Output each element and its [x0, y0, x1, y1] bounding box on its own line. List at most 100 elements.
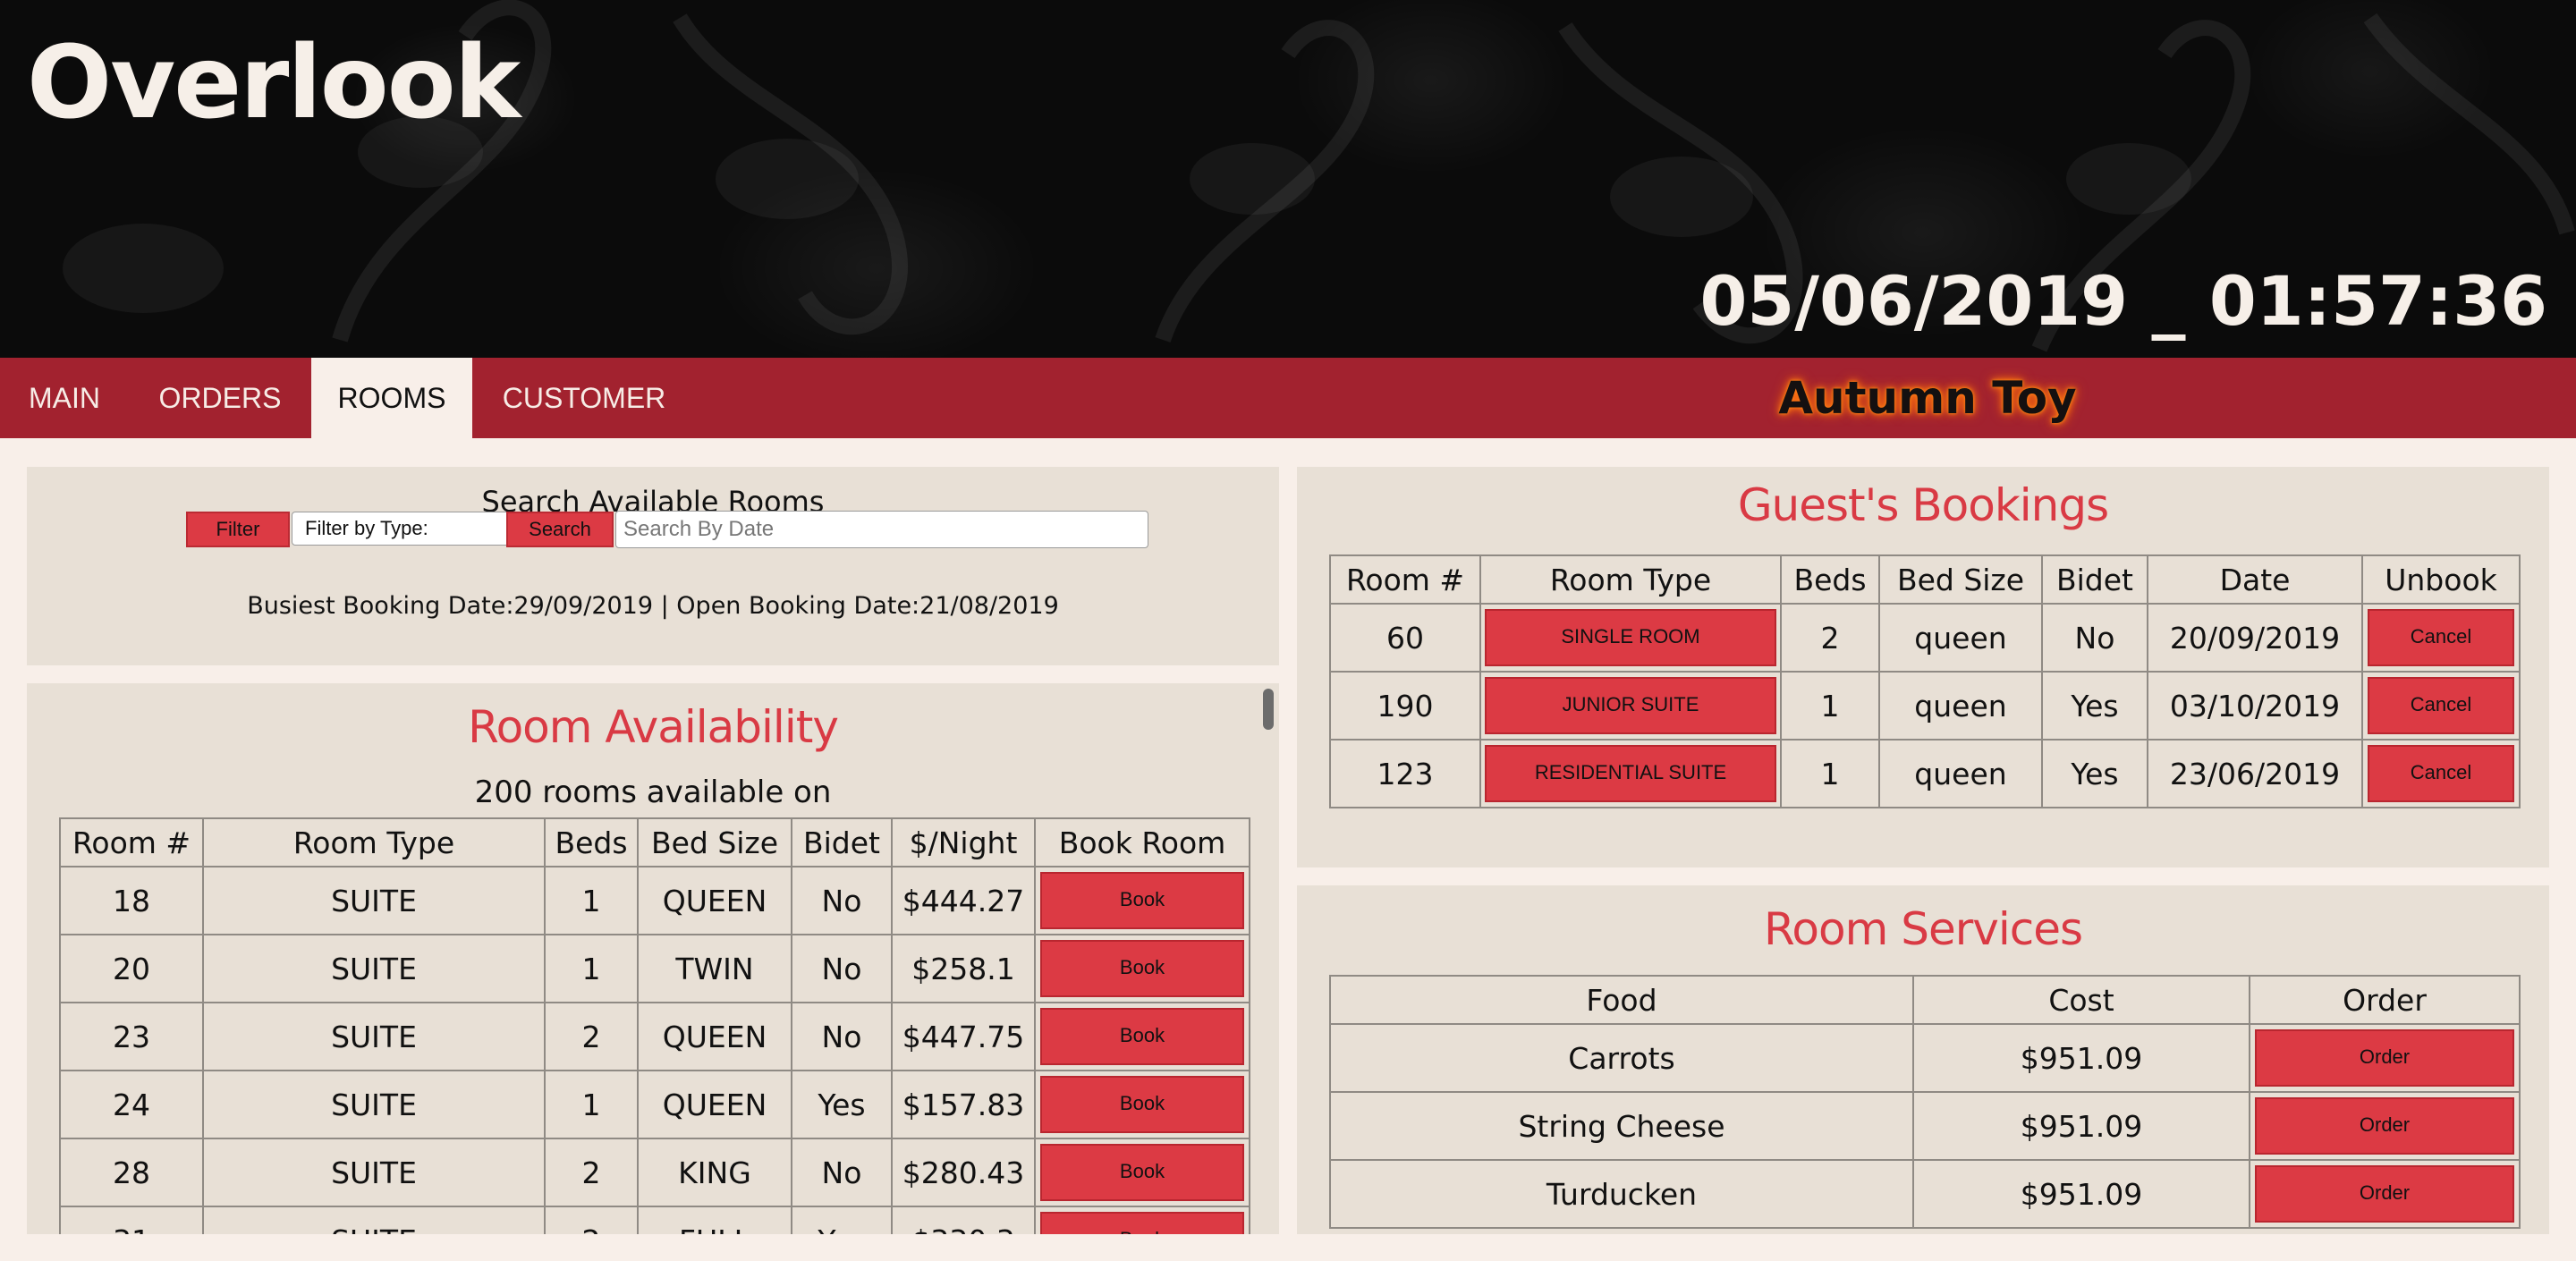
bed-size: QUEEN — [637, 1070, 792, 1139]
table-row: 60 SINGLE ROOM 2 queen No 20/09/2019 Can… — [1329, 603, 2521, 673]
order-cell: Order — [2249, 1159, 2521, 1229]
beds: 1 — [544, 866, 639, 935]
cancel-button[interactable]: Cancel — [2368, 609, 2514, 666]
book-button[interactable]: Book — [1040, 1212, 1244, 1234]
col-order: Order — [2249, 975, 2521, 1025]
beds: 1 — [1780, 671, 1880, 741]
room-type: SUITE — [202, 866, 546, 935]
order-cell: Order — [2249, 1091, 2521, 1161]
room-number: 24 — [59, 1070, 204, 1139]
room-type: SUITE — [202, 934, 546, 1003]
table-row: String Cheese $951.09 Order — [1329, 1091, 2521, 1161]
rooms-available-count: 200 rooms available on — [474, 774, 832, 810]
table-row: 24 SUITE 1 QUEEN Yes $157.83 Book — [59, 1070, 1250, 1139]
beds: 2 — [1780, 603, 1880, 673]
search-panel: Search Available Rooms Filter Filter by … — [27, 467, 1279, 665]
room-type-cell: JUNIOR SUITE — [1479, 671, 1782, 741]
order-button[interactable]: Order — [2255, 1165, 2514, 1223]
col-beds: Beds — [544, 817, 639, 867]
beds: 2 — [544, 1138, 639, 1207]
bidet: No — [791, 866, 893, 935]
guest-bookings-panel: Guest's Bookings Room # Room Type Beds B… — [1297, 467, 2549, 867]
food-name: Carrots — [1329, 1023, 1914, 1093]
unbook-cell: Cancel — [2361, 603, 2521, 673]
filter-type-select[interactable]: Filter by Type: ▲▼ — [292, 512, 531, 546]
order-cell: Order — [2249, 1023, 2521, 1093]
booking-date: 20/09/2019 — [2147, 603, 2363, 673]
bidet: No — [791, 1002, 893, 1071]
book-button[interactable]: Book — [1040, 940, 1244, 997]
order-button[interactable]: Order — [2255, 1029, 2514, 1087]
room-number: 18 — [59, 866, 204, 935]
food-cost: $951.09 — [1912, 1023, 2250, 1093]
food-name: String Cheese — [1329, 1091, 1914, 1161]
col-price-per-night: $/Night — [891, 817, 1036, 867]
guest-bookings-table: Room # Room Type Beds Bed Size Bidet Dat… — [1329, 554, 2521, 808]
col-unbook: Unbook — [2361, 554, 2521, 605]
bidet: Yes — [791, 1206, 893, 1234]
filter-button[interactable]: Filter — [186, 512, 290, 547]
col-bidet: Bidet — [791, 817, 893, 867]
book-cell: Book — [1034, 1070, 1250, 1139]
table-header-row: Room # Room Type Beds Bed Size Bidet Dat… — [1329, 554, 2521, 605]
room-type-cell: SINGLE ROOM — [1479, 603, 1782, 673]
col-bidet: Bidet — [2041, 554, 2148, 605]
tab-rooms[interactable]: ROOMS — [311, 358, 472, 438]
room-services-table: Food Cost Order Carrots $951.09 Order St… — [1329, 975, 2521, 1229]
book-cell: Book — [1034, 934, 1250, 1003]
tab-customer[interactable]: CUSTOMER — [472, 358, 696, 438]
col-book-room: Book Room — [1034, 817, 1250, 867]
price: $157.83 — [891, 1070, 1036, 1139]
col-cost: Cost — [1912, 975, 2250, 1025]
book-cell: Book — [1034, 1206, 1250, 1234]
book-button[interactable]: Book — [1040, 872, 1244, 929]
table-row: 123 RESIDENTIAL SUITE 1 queen Yes 23/06/… — [1329, 739, 2521, 808]
beds: 1 — [544, 934, 639, 1003]
room-availability-title: Room Availability — [468, 701, 839, 753]
bidet: No — [791, 1138, 893, 1207]
bed-size: QUEEN — [637, 866, 792, 935]
order-button[interactable]: Order — [2255, 1097, 2514, 1155]
col-bed-size: Bed Size — [637, 817, 792, 867]
room-number: 123 — [1329, 739, 1481, 808]
room-availability-table: Room # Room Type Beds Bed Size Bidet $/N… — [59, 817, 1250, 1234]
book-button[interactable]: Book — [1040, 1076, 1244, 1133]
col-beds: Beds — [1780, 554, 1880, 605]
price: $447.75 — [891, 1002, 1036, 1071]
book-button[interactable]: Book — [1040, 1008, 1244, 1065]
booking-date-info: Busiest Booking Date:29/09/2019 | Open B… — [247, 592, 1059, 620]
unbook-cell: Cancel — [2361, 739, 2521, 808]
room-type: SUITE — [202, 1206, 546, 1234]
room-type-badge: SINGLE ROOM — [1485, 609, 1776, 666]
bed-size: FULL — [637, 1206, 792, 1234]
room-type-cell: RESIDENTIAL SUITE — [1479, 739, 1782, 808]
room-number: 31 — [59, 1206, 204, 1234]
bidet: Yes — [2041, 739, 2148, 808]
search-button[interactable]: Search — [506, 512, 614, 547]
table-row: 28 SUITE 2 KING No $280.43 Book — [59, 1138, 1250, 1207]
price: $258.1 — [891, 934, 1036, 1003]
room-availability-panel: Room Availability 200 rooms available on… — [27, 683, 1279, 1234]
search-date-input[interactable]: Search By Date — [615, 511, 1148, 548]
availability-scrollbar[interactable] — [1263, 689, 1274, 730]
col-date: Date — [2147, 554, 2363, 605]
cancel-button[interactable]: Cancel — [2368, 677, 2514, 734]
main-nav: MAIN ORDERS ROOMS CUSTOMER Autumn Toy — [0, 358, 2576, 438]
table-row: 190 JUNIOR SUITE 1 queen Yes 03/10/2019 … — [1329, 671, 2521, 741]
room-number: 28 — [59, 1138, 204, 1207]
unbook-cell: Cancel — [2361, 671, 2521, 741]
beds: 1 — [544, 1070, 639, 1139]
table-row: 18 SUITE 1 QUEEN No $444.27 Book — [59, 866, 1250, 935]
tab-orders[interactable]: ORDERS — [129, 358, 311, 438]
current-user-name: Autumn Toy — [1778, 372, 2077, 424]
bed-size: QUEEN — [637, 1002, 792, 1071]
cancel-button[interactable]: Cancel — [2368, 745, 2514, 802]
table-row: Turducken $951.09 Order — [1329, 1159, 2521, 1229]
tab-main[interactable]: MAIN — [0, 358, 129, 438]
col-room-type: Room Type — [202, 817, 546, 867]
room-number: 23 — [59, 1002, 204, 1071]
filter-select-value: Filter by Type: — [305, 517, 428, 539]
table-row: 23 SUITE 2 QUEEN No $447.75 Book — [59, 1002, 1250, 1071]
book-button[interactable]: Book — [1040, 1144, 1244, 1201]
room-type-badge: JUNIOR SUITE — [1485, 677, 1776, 734]
